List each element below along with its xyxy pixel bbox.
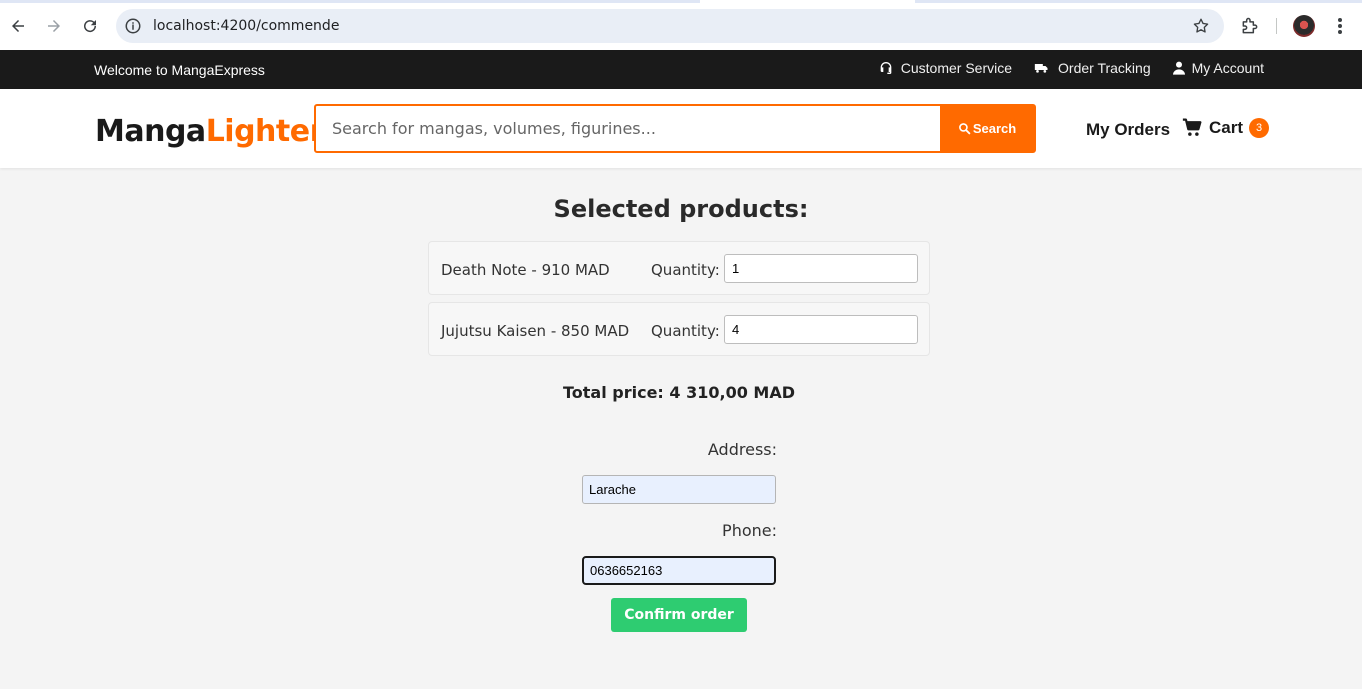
logo-part-manga: Manga <box>95 114 206 149</box>
tab-strip <box>0 0 1362 3</box>
reload-icon[interactable] <box>77 13 103 39</box>
toolbar-divider <box>1276 18 1277 34</box>
product-name: Death Note - 910 MAD <box>441 261 610 279</box>
top-links: Customer Service Order Tracking My Accou… <box>878 60 1264 76</box>
quantity-label: Quantity: <box>651 322 720 340</box>
customer-service-link[interactable]: Customer Service <box>878 60 1012 76</box>
customer-service-label: Customer Service <box>900 60 1013 76</box>
browser-menu-icon[interactable] <box>1332 16 1348 36</box>
bookmark-star-icon[interactable] <box>1192 17 1210 35</box>
address-bar[interactable]: localhost:4200/commende <box>116 9 1224 43</box>
site-info-icon[interactable] <box>124 17 142 35</box>
phone-label: Phone: <box>722 521 777 540</box>
cart-icon <box>1182 118 1202 136</box>
url-text: localhost:4200/commende <box>153 18 340 34</box>
logo-part-lighter: Lighter <box>205 114 325 149</box>
user-icon <box>1172 61 1185 75</box>
cart-label: Cart <box>1209 117 1244 137</box>
quantity-input[interactable] <box>724 254 918 283</box>
quantity-label: Quantity: <box>651 261 720 279</box>
my-orders-link[interactable]: My Orders <box>1086 120 1170 140</box>
order-tracking-label: Order Tracking <box>1058 60 1151 76</box>
total-price: Total price: 4 310,00 MAD <box>562 383 795 402</box>
page-title: Selected products: <box>553 195 809 223</box>
search-bar: Search <box>314 104 1036 153</box>
browser-toolbar: localhost:4200/commende <box>0 0 1362 50</box>
profile-avatar[interactable] <box>1293 15 1315 37</box>
search-input[interactable] <box>316 106 942 151</box>
truck-icon <box>1034 64 1048 73</box>
address-label: Address: <box>707 440 777 459</box>
product-row: Jujutsu Kaisen - 850 MAD Quantity: <box>428 302 930 356</box>
product-name: Jujutsu Kaisen - 850 MAD <box>441 322 630 340</box>
search-button[interactable]: Search <box>940 106 1034 151</box>
confirm-order-button[interactable]: Confirm order <box>611 598 747 632</box>
cart-link[interactable]: Cart 3 <box>1182 117 1270 138</box>
quantity-input[interactable] <box>724 315 918 344</box>
phone-field[interactable] <box>582 556 776 585</box>
site-logo[interactable]: MangaLighter <box>95 114 324 149</box>
cart-count-badge: 3 <box>1249 117 1270 138</box>
back-icon[interactable] <box>5 13 31 39</box>
top-info-bar: Welcome to MangaExpress Customer Service… <box>0 50 1362 89</box>
search-button-label: Search <box>972 121 1017 136</box>
headset-icon <box>880 62 892 74</box>
welcome-text: Welcome to MangaExpress <box>94 62 265 78</box>
forward-icon[interactable] <box>41 13 67 39</box>
site-header: MangaLighter Search My Orders Cart 3 <box>0 89 1362 168</box>
order-tracking-link[interactable]: Order Tracking <box>1032 60 1151 76</box>
address-field[interactable] <box>582 475 776 504</box>
my-account-link[interactable]: My Account <box>1171 60 1264 76</box>
extensions-icon[interactable] <box>1240 16 1260 36</box>
product-row: Death Note - 910 MAD Quantity: <box>428 241 930 295</box>
my-account-label: My Account <box>1191 60 1264 76</box>
search-icon <box>958 123 971 135</box>
